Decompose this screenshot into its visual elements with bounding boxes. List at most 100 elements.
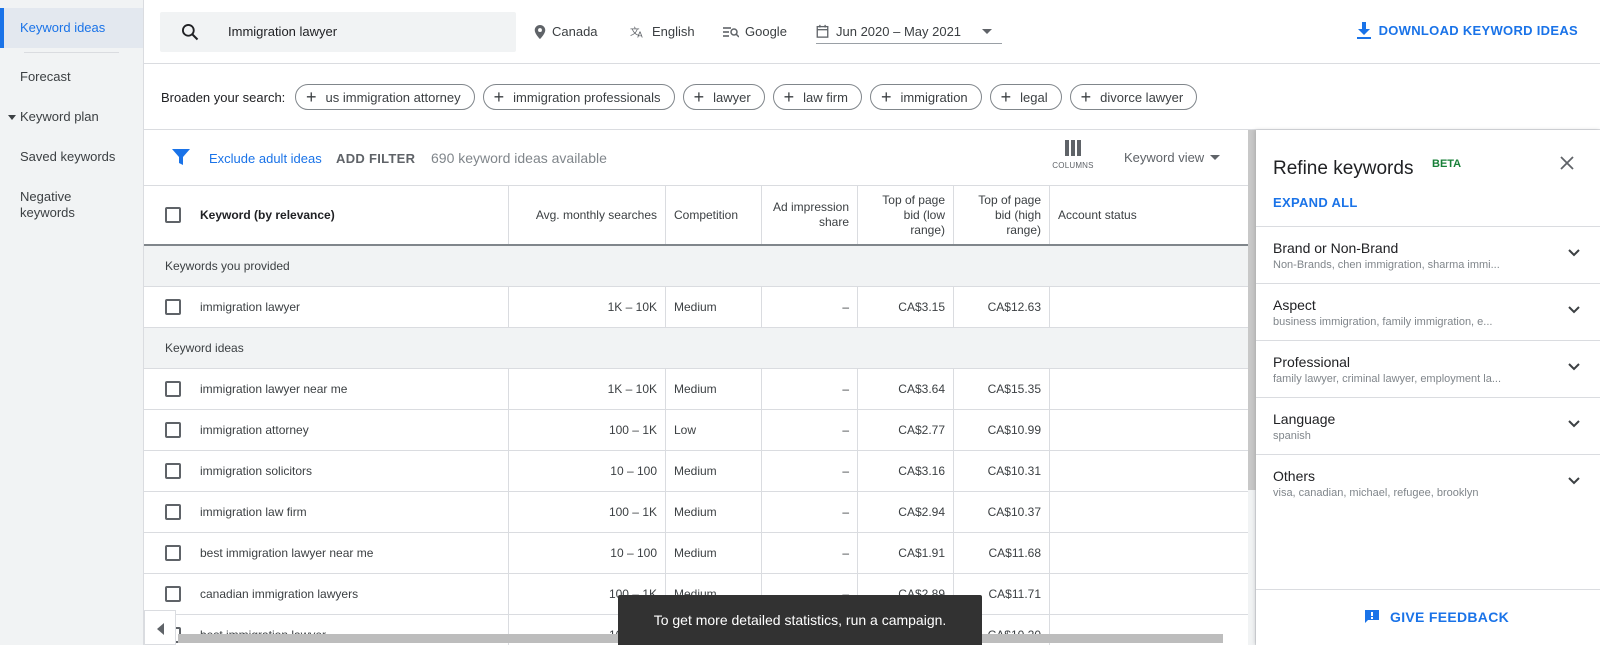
- scroll-left-button[interactable]: [144, 610, 176, 645]
- row-checkbox[interactable]: [165, 463, 181, 479]
- columns-button[interactable]: COLUMNS: [1049, 140, 1097, 170]
- plus-icon: +: [693, 87, 705, 107]
- cell-ad-impression-share: –: [762, 533, 858, 573]
- header-account-status[interactable]: Account status: [1050, 186, 1248, 244]
- keyword-text: canadian immigration lawyers: [200, 587, 359, 601]
- facet-subtitle: visa, canadian, michael, refugee, brookl…: [1273, 487, 1479, 499]
- plus-icon: +: [306, 87, 317, 107]
- chevron-down-icon: [1568, 249, 1580, 257]
- cell-keyword: immigration solicitors: [144, 451, 509, 491]
- table-row[interactable]: immigration law firm 100 – 1K Medium – CA$2.…: [144, 492, 1248, 533]
- available-count: 690 keyword ideas available: [431, 150, 607, 166]
- language-selector[interactable]: 文A English: [630, 24, 695, 39]
- keyword-table: Keyword (by relevance) Avg. monthly sear…: [144, 186, 1248, 645]
- cell-account-status: [1050, 574, 1248, 614]
- chevron-down-icon: [1568, 477, 1580, 485]
- caret-down-icon: [8, 115, 16, 121]
- header-keyword[interactable]: Keyword (by relevance): [144, 186, 509, 244]
- facet-title: Aspect: [1273, 297, 1316, 313]
- broaden-chip[interactable]: + law firm: [772, 84, 862, 110]
- nav-forecast[interactable]: Forecast: [0, 69, 143, 85]
- exclude-adult-ideas-link[interactable]: Exclude adult ideas: [209, 151, 322, 166]
- facet-subtitle: Non-Brands, chen immigration, sharma imm…: [1273, 259, 1500, 271]
- refine-facet[interactable]: Language spanish: [1256, 397, 1600, 454]
- search-input[interactable]: Immigration lawyer: [160, 12, 516, 52]
- keyword-text: best immigration lawyer near me: [200, 546, 374, 560]
- cell-bid-low: CA$2.94: [858, 492, 954, 532]
- row-checkbox[interactable]: [165, 299, 181, 315]
- table-row[interactable]: immigration attorney 100 – 1K Low – CA$2.77 C…: [144, 410, 1248, 451]
- refine-facet[interactable]: Others visa, canadian, michael, refugee, …: [1256, 454, 1600, 511]
- cell-bid-high: CA$10.37: [954, 492, 1050, 532]
- date-range-selector[interactable]: Jun 2020 – May 2021: [816, 18, 1146, 44]
- network-selector[interactable]: Google: [723, 24, 787, 39]
- facet-subtitle: business immigration, family immigration…: [1273, 316, 1493, 328]
- nav-keyword-plan[interactable]: Keyword plan: [0, 109, 143, 125]
- cell-keyword: canadian immigration lawyers: [144, 574, 509, 614]
- select-all-checkbox[interactable]: [165, 207, 181, 223]
- broaden-chip[interactable]: + legal: [989, 84, 1062, 110]
- header-bid-low[interactable]: Top of page bid (low range): [858, 186, 954, 244]
- cell-ad-impression-share: –: [762, 492, 858, 532]
- cell-ad-impression-share: –: [762, 287, 858, 327]
- nav-negative-keywords[interactable]: Negative keywords: [0, 189, 100, 221]
- location-selector[interactable]: Canada: [534, 24, 598, 39]
- scroll-thumb[interactable]: [1248, 130, 1256, 490]
- refine-facet[interactable]: Brand or Non-Brand Non-Brands, chen immig…: [1256, 226, 1600, 283]
- table-row[interactable]: immigration lawyer 1K – 10K Medium – CA$3.15…: [144, 287, 1248, 328]
- header-ad-impression-share[interactable]: Ad impression share: [762, 186, 858, 244]
- add-filter-button[interactable]: ADD FILTER: [336, 151, 415, 166]
- nav-keyword-ideas[interactable]: Keyword ideas: [0, 8, 143, 48]
- filter-bar: Exclude adult ideas ADD FILTER 690 keywo…: [144, 130, 1248, 186]
- facet-title: Language: [1273, 411, 1336, 427]
- row-checkbox[interactable]: [165, 381, 181, 397]
- give-feedback-button[interactable]: GIVE FEEDBACK: [1364, 609, 1509, 625]
- chip-label: us immigration attorney: [325, 89, 461, 105]
- chevron-down-icon: [1568, 420, 1580, 428]
- keyword-text: immigration solicitors: [200, 464, 313, 478]
- keyword-view-dropdown[interactable]: Keyword view: [1124, 150, 1221, 165]
- refine-facet[interactable]: Professional family lawyer, criminal lawy…: [1256, 340, 1600, 397]
- table-row[interactable]: best immigration lawyer near me 10 – 100 M…: [144, 533, 1248, 574]
- header-bid-high[interactable]: Top of page bid (high range): [954, 186, 1050, 244]
- row-checkbox[interactable]: [165, 422, 181, 438]
- cell-account-status: [1050, 533, 1248, 573]
- date-underline: [816, 43, 1002, 44]
- row-checkbox[interactable]: [165, 586, 181, 602]
- cell-avg-monthly-searches: 1K – 10K: [509, 287, 666, 327]
- vertical-scrollbar[interactable]: [1248, 130, 1256, 645]
- broaden-chip[interactable]: + immigration professionals: [482, 84, 675, 110]
- broaden-chip[interactable]: + us immigration attorney: [295, 84, 475, 110]
- cell-competition: Medium: [666, 492, 762, 532]
- row-checkbox[interactable]: [165, 504, 181, 520]
- cell-bid-low: CA$1.91: [858, 533, 954, 573]
- top-bar: Immigration lawyer Canada 文A English Goo…: [144, 0, 1600, 64]
- refine-facet[interactable]: Aspect business immigration, family immig…: [1256, 283, 1600, 340]
- broaden-chip[interactable]: + lawyer: [682, 84, 765, 110]
- cell-keyword: immigration lawyer near me: [144, 369, 509, 409]
- header-competition[interactable]: Competition: [666, 186, 762, 244]
- expand-all-button[interactable]: EXPAND ALL: [1273, 195, 1358, 210]
- download-keyword-ideas-button[interactable]: DOWNLOAD KEYWORD IDEAS: [1356, 22, 1578, 39]
- nav-saved-keywords[interactable]: Saved keywords: [0, 149, 143, 165]
- chip-label: divorce lawyer: [1100, 89, 1184, 105]
- facet-title: Brand or Non-Brand: [1273, 240, 1399, 256]
- header-avg-monthly-searches[interactable]: Avg. monthly searches: [509, 186, 666, 244]
- close-icon[interactable]: [1560, 156, 1574, 170]
- cell-bid-low: CA$3.15: [858, 287, 954, 327]
- filter-icon[interactable]: [172, 148, 190, 166]
- group-row-ideas: Keyword ideas: [144, 328, 1248, 369]
- broaden-chip[interactable]: + immigration: [869, 84, 982, 110]
- download-label: DOWNLOAD KEYWORD IDEAS: [1378, 23, 1578, 38]
- table-row[interactable]: immigration solicitors 10 – 100 Medium – CA$…: [144, 451, 1248, 492]
- keyword-text: immigration lawyer near me: [200, 382, 348, 396]
- chip-label: immigration: [900, 89, 968, 105]
- table-row[interactable]: immigration lawyer near me 1K – 10K Medium…: [144, 369, 1248, 410]
- row-checkbox[interactable]: [165, 545, 181, 561]
- chip-label: legal: [1020, 89, 1048, 105]
- broaden-chip[interactable]: + divorce lawyer: [1069, 84, 1198, 110]
- cell-avg-monthly-searches: 1K – 10K: [509, 369, 666, 409]
- cell-bid-high: CA$11.68: [954, 533, 1050, 573]
- header-keyword-label: Keyword (by relevance): [200, 207, 335, 222]
- language-label: English: [652, 24, 695, 39]
